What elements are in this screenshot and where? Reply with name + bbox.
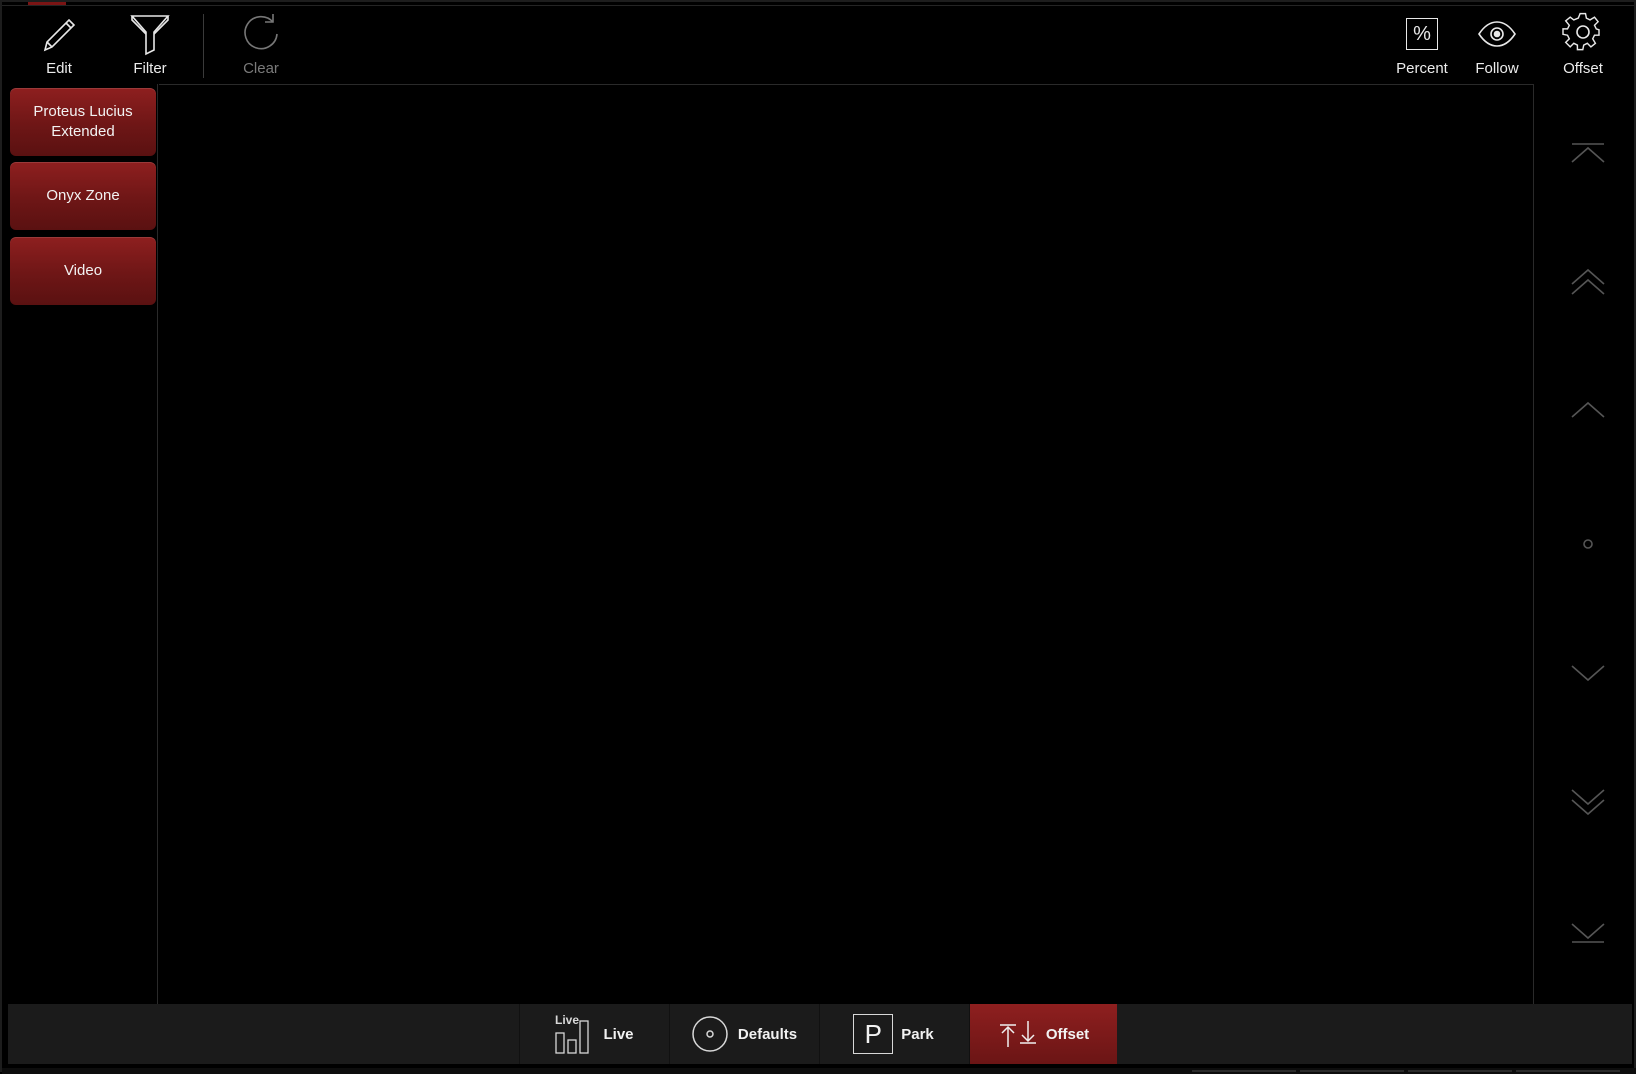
filter-button[interactable]: Filter <box>112 12 188 82</box>
clear-button[interactable]: Clear <box>223 12 299 82</box>
park-label: Park <box>901 1025 934 1043</box>
scroll-to-top-button[interactable] <box>1566 134 1610 174</box>
gear-icon <box>1561 12 1605 56</box>
offset-settings-label: Offset <box>1563 60 1603 77</box>
percent-icon: % <box>1400 12 1444 56</box>
group-sidebar: Proteus Lucius Extended Onyx Zone Video <box>4 84 158 1004</box>
svg-text:Live: Live <box>555 1013 579 1027</box>
percent-glyph: % <box>1406 18 1438 50</box>
offset-mode-button[interactable]: Offset <box>969 1004 1117 1064</box>
group-button-proteus-lucius-extended[interactable]: Proteus Lucius Extended <box>10 88 156 156</box>
scroll-up-button[interactable] <box>1566 391 1610 431</box>
content-area[interactable] <box>159 84 1534 1004</box>
double-chevron-up-icon <box>1571 268 1605 295</box>
chevron-up-icon <box>1571 401 1605 418</box>
scroll-bottom-icon <box>1571 923 1605 943</box>
page-down-button[interactable] <box>1566 782 1610 822</box>
percent-button[interactable]: % Percent <box>1384 12 1460 82</box>
group-button-onyx-zone[interactable]: Onyx Zone <box>10 162 156 230</box>
edit-button[interactable]: Edit <box>21 12 97 82</box>
center-dot-icon <box>1583 539 1593 549</box>
live-bars-icon: Live <box>555 1013 590 1054</box>
refresh-icon <box>239 12 283 56</box>
live-button[interactable]: Live Live <box>519 1004 667 1064</box>
filter-label: Filter <box>133 60 167 77</box>
edit-label: Edit <box>46 60 72 77</box>
offset-settings-button[interactable]: Offset <box>1545 12 1621 82</box>
top-divider <box>2 5 1634 6</box>
park-icon: P <box>853 1014 894 1054</box>
scroll-controls <box>1536 84 1636 1004</box>
app-window: Edit Filter Clear % Percent Follow Offse… <box>0 0 1636 1074</box>
page-up-button[interactable] <box>1566 262 1610 302</box>
offset-mode-label: Offset <box>1045 1025 1090 1043</box>
chevron-down-icon <box>1571 665 1605 682</box>
offset-arrows-icon <box>999 1021 1036 1047</box>
scroll-center-button[interactable] <box>1566 524 1610 564</box>
defaults-target-icon <box>692 1016 728 1052</box>
pencil-icon <box>37 12 81 56</box>
park-button[interactable]: P Park <box>819 1004 967 1064</box>
scroll-top-icon <box>1571 143 1605 163</box>
group-label: Proteus Lucius Extended <box>33 103 133 140</box>
scroll-down-button[interactable] <box>1566 652 1610 692</box>
funnel-icon <box>128 12 172 56</box>
follow-label: Follow <box>1475 60 1519 77</box>
group-label: Onyx Zone <box>46 187 120 204</box>
scroll-to-bottom-button[interactable] <box>1566 912 1610 952</box>
defaults-button[interactable]: Defaults <box>669 1004 817 1064</box>
defaults-label: Defaults <box>737 1025 798 1043</box>
live-label: Live <box>603 1025 634 1043</box>
status-strip <box>2 1068 1636 1074</box>
clear-label: Clear <box>243 60 279 77</box>
eye-icon <box>1475 12 1519 56</box>
toolbar-separator <box>203 14 204 78</box>
group-button-video[interactable]: Video <box>10 237 156 305</box>
group-label: Video <box>63 262 103 279</box>
mode-bar: Live Live Defaults P Park Offset <box>8 1004 1632 1064</box>
follow-button[interactable]: Follow <box>1459 12 1535 82</box>
double-chevron-down-icon <box>1571 789 1605 816</box>
percent-label: Percent <box>1396 60 1448 77</box>
